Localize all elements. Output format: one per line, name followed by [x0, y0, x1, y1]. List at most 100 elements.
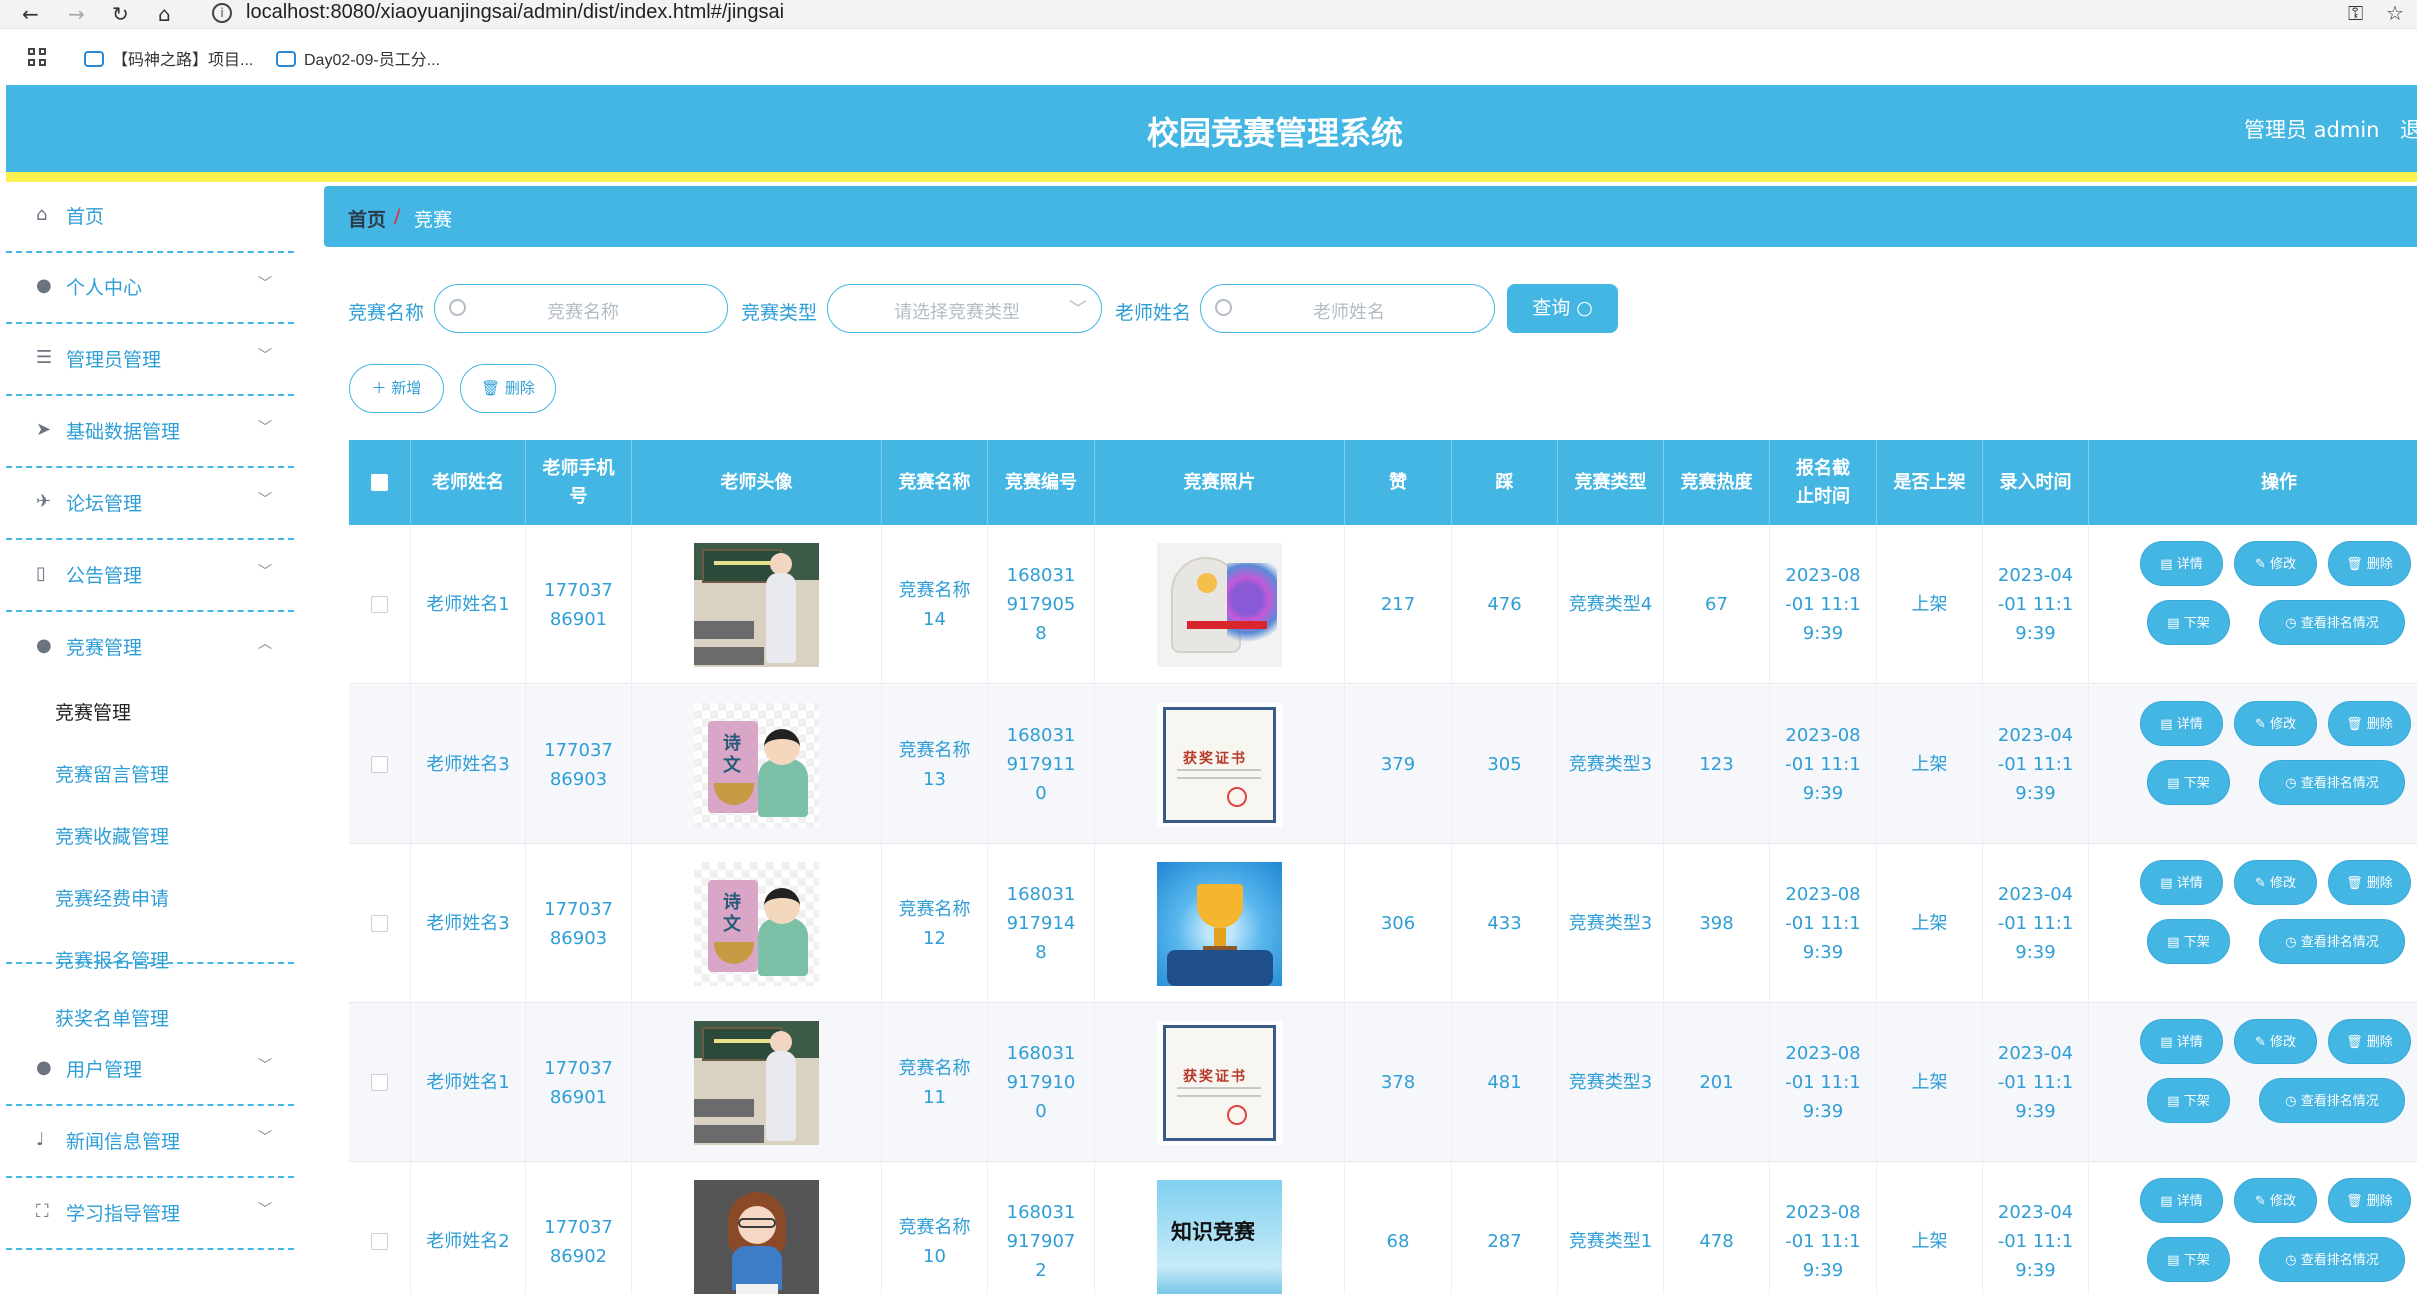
- column-header[interactable]: 赞: [1345, 440, 1452, 525]
- search-icon: [449, 299, 466, 316]
- url-text[interactable]: localhost:8080/xiaoyuanjingsai/admin/dis…: [246, 1, 784, 24]
- delete-button[interactable]: 🗑 删除: [2328, 701, 2411, 746]
- bookmark-2[interactable]: Day02-09-员工分...: [276, 46, 440, 70]
- delete-button[interactable]: 🗑 删除: [2328, 541, 2411, 586]
- query-button[interactable]: 查询 ○: [1507, 284, 1618, 333]
- column-header[interactable]: 老师姓名: [411, 440, 526, 525]
- column-header[interactable]: 竞赛热度: [1664, 440, 1770, 525]
- delete-button[interactable]: 🗑 删除: [2328, 860, 2411, 905]
- chevron-down-icon: ﹀: [258, 348, 272, 364]
- sidebar-item-study[interactable]: ⛶ 学习指导管理 ﹀: [6, 1179, 294, 1250]
- site-info-icon[interactable]: i: [212, 3, 232, 23]
- delete-button[interactable]: 🗑 删除: [2328, 1178, 2411, 1223]
- column-header[interactable]: 竞赛类型: [1558, 440, 1664, 525]
- placeholder: 请选择竞赛类型: [894, 302, 1020, 323]
- view-ranking-button[interactable]: ◷ 查看排名情况: [2259, 600, 2405, 645]
- submenu-award[interactable]: 获奖名单管理: [55, 1004, 169, 1031]
- detail-button[interactable]: ▤ 详情: [2140, 1019, 2223, 1064]
- sidebar-item-admins[interactable]: ☰ 管理员管理 ﹀: [6, 325, 294, 396]
- edit-button[interactable]: ✎ 修改: [2234, 701, 2317, 746]
- teacher-avatar[interactable]: [694, 1020, 819, 1145]
- cell-code: 1680319179100: [988, 1003, 1095, 1162]
- view-ranking-button[interactable]: ◷ 查看排名情况: [2259, 1237, 2405, 1282]
- submenu-funding[interactable]: 竞赛经费申请: [55, 884, 169, 911]
- take-down-button[interactable]: ▤ 下架: [2147, 600, 2230, 645]
- column-header[interactable]: 竞赛名称: [882, 440, 988, 525]
- row-checkbox[interactable]: [371, 596, 388, 613]
- row-checkbox[interactable]: [371, 915, 388, 932]
- submenu-competition[interactable]: 竞赛管理: [55, 698, 131, 725]
- view-ranking-button[interactable]: ◷ 查看排名情况: [2259, 1078, 2405, 1123]
- teacher-avatar[interactable]: 诗文: [694, 861, 819, 986]
- logout-link[interactable]: 退: [2400, 114, 2417, 144]
- key-icon[interactable]: ⚿: [2348, 1, 2363, 25]
- take-down-button[interactable]: ▤ 下架: [2147, 1078, 2230, 1123]
- competition-photo[interactable]: 知识竞赛: [1157, 1179, 1282, 1294]
- teacher-avatar[interactable]: [694, 542, 819, 667]
- column-header[interactable]: 报名截止时间: [1770, 440, 1877, 525]
- sidebar-item-competition[interactable]: ● 竞赛管理 ︿ 竞赛管理 竞赛留言管理 竞赛收藏管理 竞赛经费申请 竞赛报名管…: [6, 613, 294, 972]
- submenu-message[interactable]: 竞赛留言管理: [55, 760, 169, 787]
- competition-photo[interactable]: [1157, 861, 1282, 986]
- row-checkbox[interactable]: [371, 1233, 388, 1250]
- detail-button[interactable]: ▤ 详情: [2140, 860, 2223, 905]
- column-header[interactable]: 是否上架: [1877, 440, 1983, 525]
- take-down-button[interactable]: ▤ 下架: [2147, 760, 2230, 805]
- column-header[interactable]: 录入时间: [1983, 440, 2089, 525]
- sidebar-item-news[interactable]: ♩ 新闻信息管理 ﹀: [6, 1107, 294, 1178]
- column-header[interactable]: 竞赛编号: [988, 440, 1095, 525]
- home-browser-icon[interactable]: ⌂: [158, 2, 171, 26]
- sidebar-item-label: 基础数据管理: [66, 421, 181, 443]
- delete-button[interactable]: 🗑 删除: [2328, 1019, 2411, 1064]
- row-checkbox[interactable]: [371, 756, 388, 773]
- teacher-avatar[interactable]: 诗文: [694, 702, 819, 827]
- sidebar-item-label: 个人中心: [66, 277, 143, 299]
- search-type-select[interactable]: 请选择竞赛类型 ﹀: [827, 284, 1102, 333]
- bookmark-1[interactable]: 【码神之路】项目...: [84, 46, 253, 70]
- star-icon[interactable]: ☆: [2386, 1, 2404, 25]
- cell-up: 379: [1345, 685, 1452, 844]
- text-line: [1177, 1094, 1261, 1097]
- sidebar-item-label: 竞赛管理: [66, 637, 143, 659]
- teacher-avatar[interactable]: [694, 1179, 819, 1294]
- column-header[interactable]: 老师头像: [632, 440, 882, 525]
- take-down-button[interactable]: ▤ 下架: [2147, 1237, 2230, 1282]
- sidebar-item-home[interactable]: ⌂ 首页: [6, 182, 294, 253]
- select-all-checkbox[interactable]: [371, 474, 388, 491]
- edit-button[interactable]: ✎ 修改: [2234, 541, 2317, 586]
- edit-button[interactable]: ✎ 修改: [2234, 1019, 2317, 1064]
- back-icon[interactable]: ←: [22, 2, 39, 26]
- column-header[interactable]: 老师手机号: [526, 440, 632, 525]
- sidebar-item-users[interactable]: ● 用户管理 ﹀: [6, 1035, 294, 1106]
- desk: [694, 646, 764, 665]
- view-ranking-button[interactable]: ◷ 查看排名情况: [2259, 919, 2405, 964]
- take-down-button[interactable]: ▤ 下架: [2147, 919, 2230, 964]
- column-header[interactable]: 竞赛照片: [1095, 440, 1345, 525]
- edit-button[interactable]: ✎ 修改: [2234, 860, 2317, 905]
- submenu-registration[interactable]: 竞赛报名管理: [55, 946, 169, 973]
- search-name-input[interactable]: 竞赛名称: [434, 284, 728, 333]
- row-checkbox[interactable]: [371, 1074, 388, 1091]
- apps-icon[interactable]: [28, 48, 48, 68]
- competition-photo[interactable]: 获奖证书: [1157, 1020, 1282, 1145]
- sidebar-item-basic-data[interactable]: ➤ 基础数据管理 ﹀: [6, 397, 294, 468]
- add-button[interactable]: ＋ 新增: [349, 364, 444, 413]
- view-ranking-button[interactable]: ◷ 查看排名情况: [2259, 760, 2405, 805]
- competition-photo[interactable]: [1157, 542, 1282, 667]
- competition-photo[interactable]: 获奖证书: [1157, 702, 1282, 827]
- batch-delete-button[interactable]: 🗑 删除: [460, 364, 556, 413]
- column-header[interactable]: 踩: [1452, 440, 1558, 525]
- search-teacher-input[interactable]: 老师姓名: [1200, 284, 1495, 333]
- sidebar-item-profile[interactable]: ● 个人中心 ﹀: [6, 253, 294, 324]
- detail-button[interactable]: ▤ 详情: [2140, 541, 2223, 586]
- breadcrumb-home[interactable]: 首页: [348, 205, 386, 232]
- submenu-favorite[interactable]: 竞赛收藏管理: [55, 822, 169, 849]
- reload-icon[interactable]: ↻: [112, 2, 129, 26]
- edit-button[interactable]: ✎ 修改: [2234, 1178, 2317, 1223]
- cell-status: 上架: [1877, 1162, 1983, 1294]
- detail-button[interactable]: ▤ 详情: [2140, 1178, 2223, 1223]
- sidebar-item-notice[interactable]: ▯ 公告管理 ﹀: [6, 541, 294, 612]
- detail-button[interactable]: ▤ 详情: [2140, 701, 2223, 746]
- forward-icon[interactable]: →: [68, 2, 85, 26]
- sidebar-item-forum[interactable]: ✈ 论坛管理 ﹀: [6, 469, 294, 540]
